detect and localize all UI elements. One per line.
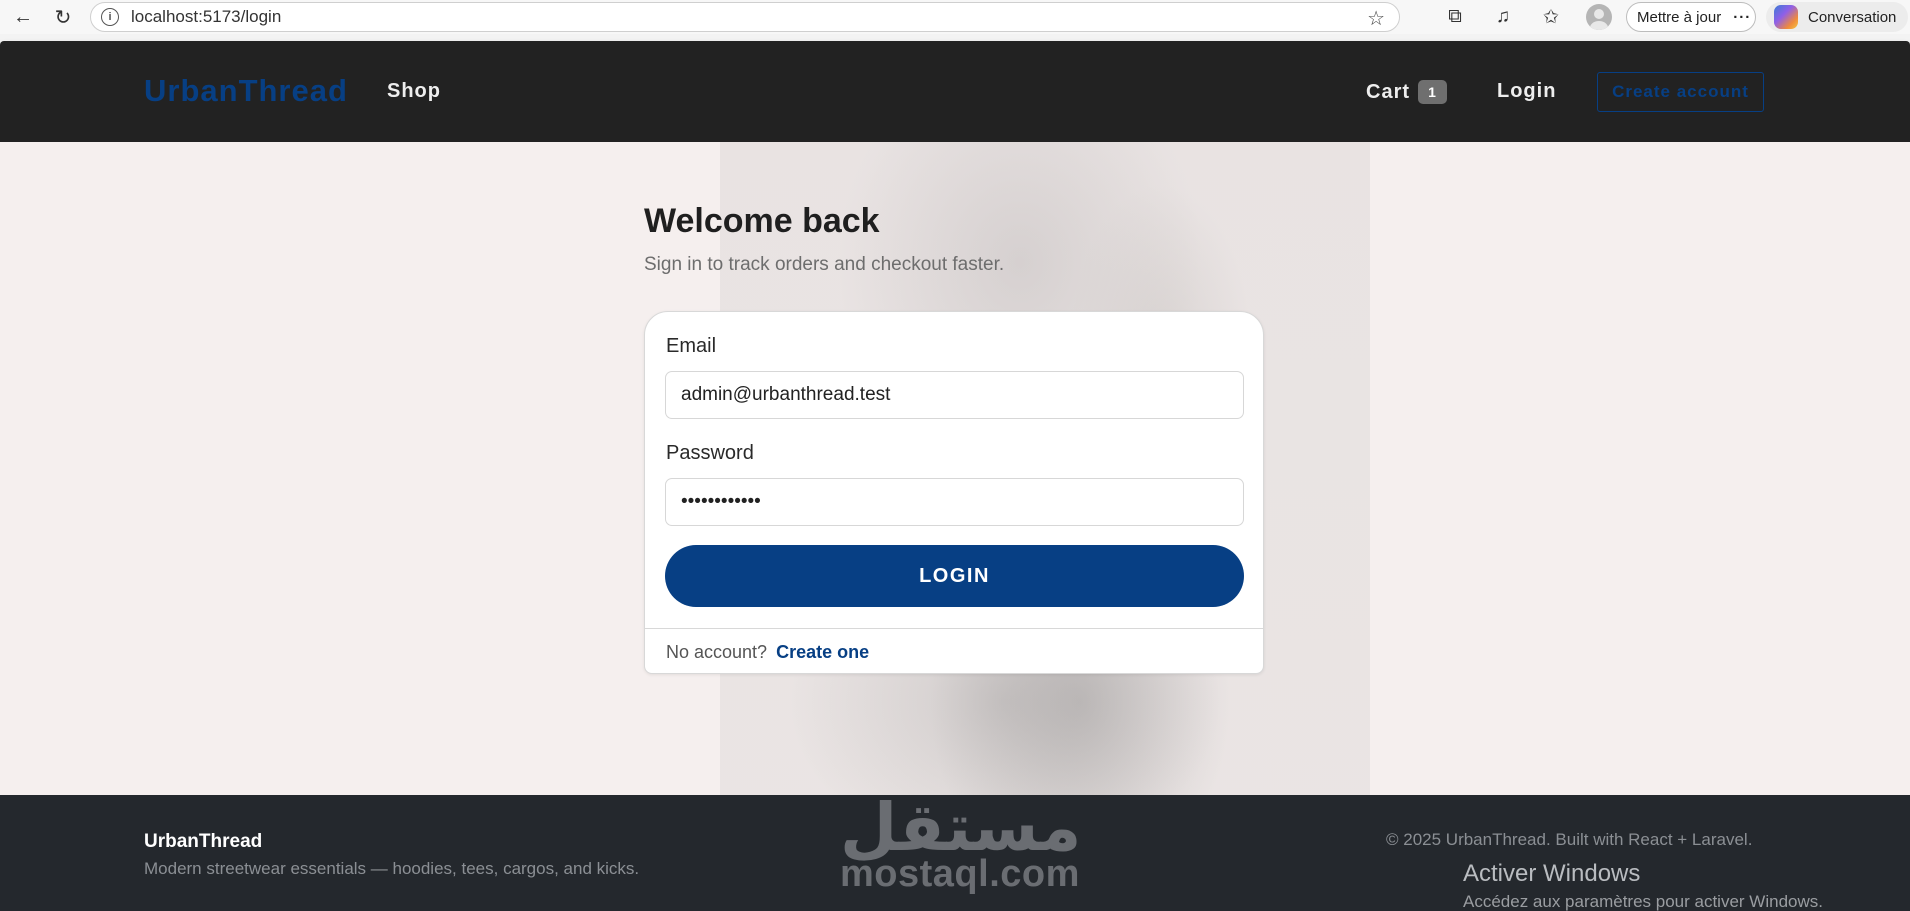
- back-arrow-icon[interactable]: ←: [6, 0, 40, 34]
- email-field[interactable]: [665, 371, 1244, 419]
- watermark-logo-arabic: مستقل: [840, 789, 1082, 866]
- page-subtitle: Sign in to track orders and checkout fas…: [644, 254, 1005, 275]
- extensions-icon[interactable]: ⧉: [1444, 6, 1466, 28]
- login-button[interactable]: LOGIN: [665, 545, 1244, 607]
- password-label: Password: [666, 442, 754, 464]
- favorites-icon[interactable]: ✩: [1540, 6, 1562, 29]
- conversation-button[interactable]: Conversation: [1766, 2, 1908, 32]
- windows-activation-title: Activer Windows: [1463, 860, 1641, 887]
- create-one-link[interactable]: Create one: [776, 642, 869, 662]
- site-footer: UrbanThread Modern streetwear essentials…: [0, 795, 1910, 911]
- reload-icon[interactable]: ↻: [46, 0, 80, 34]
- signup-prompt-text: No account?: [666, 642, 768, 662]
- toolbar-icons: ⧉ ♫ ✩: [1444, 0, 1562, 34]
- cart-count-badge: 1: [1418, 80, 1448, 104]
- login-card: Email Password LOGIN No account? Create …: [644, 311, 1264, 674]
- signup-prompt: No account? Create one: [666, 642, 869, 663]
- password-field[interactable]: [665, 478, 1244, 526]
- url-text[interactable]: localhost:5173/login: [131, 7, 281, 27]
- browser-toolbar: ← ↻ i localhost:5173/login ☆ ⧉ ♫ ✩ Mettr…: [0, 0, 1910, 34]
- update-label: Mettre à jour: [1637, 8, 1722, 26]
- star-icon[interactable]: ☆: [1367, 6, 1385, 31]
- profile-avatar[interactable]: [1586, 4, 1612, 30]
- page-title: Welcome back: [644, 202, 880, 240]
- media-icon[interactable]: ♫: [1492, 6, 1514, 28]
- copilot-icon: [1774, 5, 1798, 29]
- update-button[interactable]: Mettre à jour ···: [1626, 2, 1756, 32]
- cart-label: Cart: [1366, 80, 1411, 103]
- card-divider: [645, 628, 1263, 629]
- footer-copyright: © 2025 UrbanThread. Built with React + L…: [1386, 830, 1753, 849]
- nav-login-link[interactable]: Login: [1497, 80, 1556, 103]
- footer-brand: UrbanThread: [144, 831, 263, 852]
- address-bar[interactable]: i localhost:5173/login ☆: [90, 2, 1400, 32]
- watermark-logo-latin: mostaql.com: [840, 853, 1080, 895]
- windows-activation-subtitle: Accédez aux paramètres pour activer Wind…: [1463, 892, 1823, 911]
- more-icon[interactable]: ···: [1733, 9, 1751, 26]
- info-icon[interactable]: i: [101, 8, 119, 26]
- create-account-button[interactable]: Create account: [1597, 72, 1764, 112]
- email-label: Email: [666, 335, 717, 357]
- brand-logo[interactable]: UrbanThread: [144, 73, 348, 109]
- site-header: UrbanThread Shop Cart 1 Login Create acc…: [0, 41, 1910, 142]
- footer-tagline: Modern streetwear essentials — hoodies, …: [144, 859, 640, 878]
- nav-shop-link[interactable]: Shop: [387, 80, 441, 103]
- nav-cart-link[interactable]: Cart 1: [1366, 80, 1448, 104]
- conversation-label: Conversation: [1808, 8, 1897, 26]
